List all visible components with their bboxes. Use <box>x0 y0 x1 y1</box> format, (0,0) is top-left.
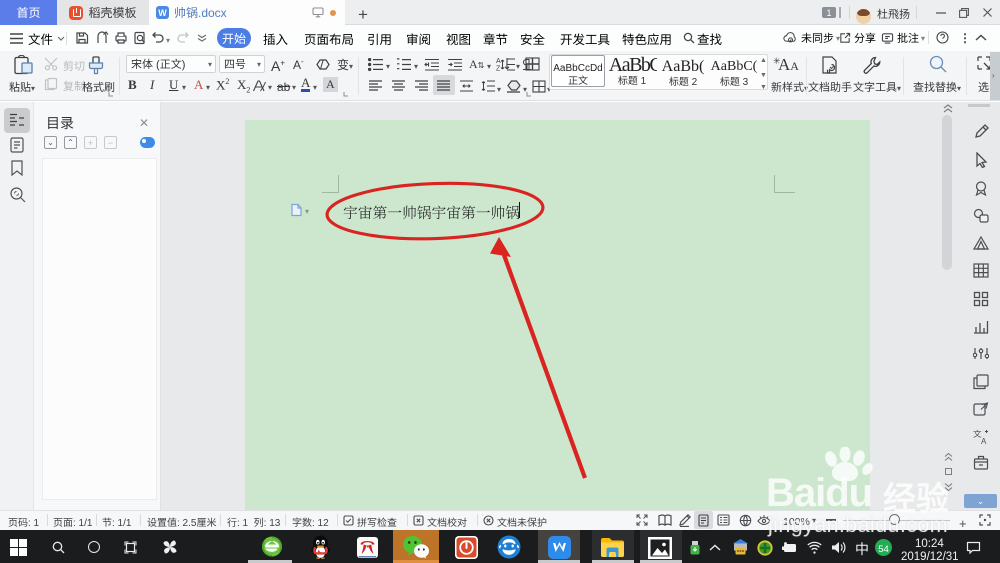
svg-text:A: A <box>981 436 987 445</box>
